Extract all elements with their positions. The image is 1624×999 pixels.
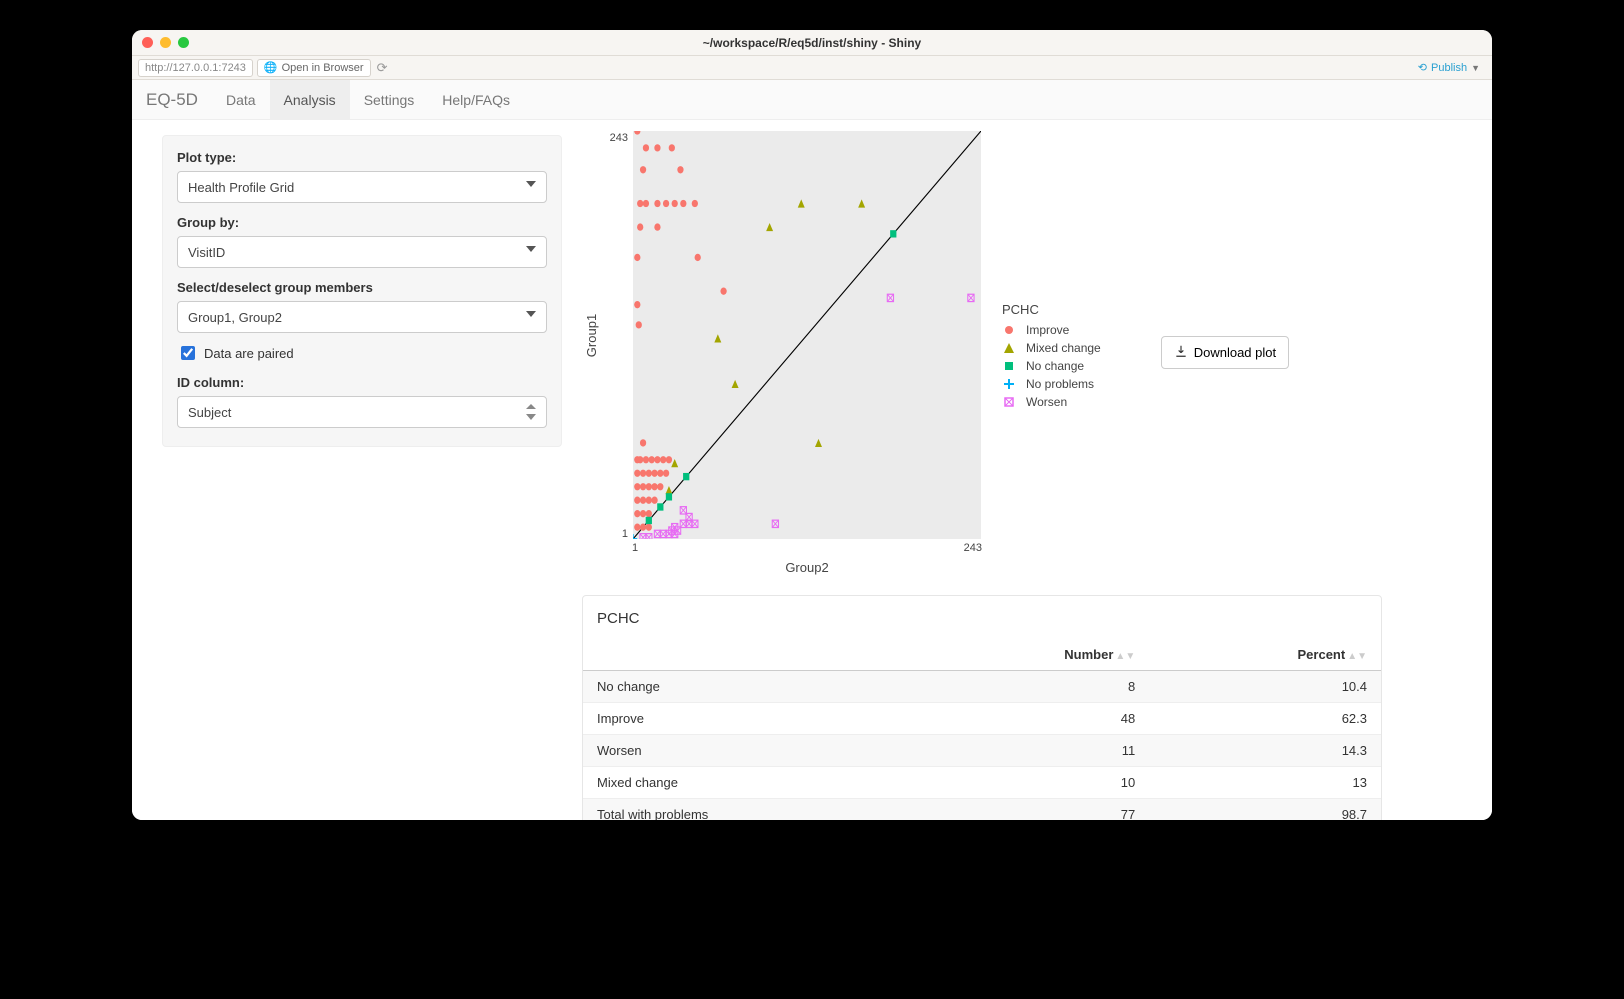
download-icon (1174, 344, 1188, 361)
table-row: Worsen1114.3 (583, 735, 1381, 767)
close-icon[interactable] (142, 37, 153, 48)
x-ticks: 1 243 (632, 540, 982, 554)
table-row: No change810.4 (583, 671, 1381, 703)
legend-item: Mixed change (1002, 341, 1101, 355)
table-row: Improve4862.3 (583, 703, 1381, 735)
square-icon (1002, 359, 1016, 373)
table-row: Total with problems7798.7 (583, 799, 1381, 821)
window-title: ~/workspace/R/eq5d/inst/shiny - Shiny (132, 36, 1492, 50)
legend-title: PCHC (1002, 302, 1101, 317)
triangle-icon (1002, 341, 1016, 355)
plot-row: Group1 243 . 1 1 243 Gro (582, 130, 1492, 575)
id-column-label: ID column: (177, 375, 547, 390)
id-column-select[interactable]: Subject (177, 396, 547, 428)
pchc-table-card: PCHC Number▲▼ Percent▲▼ No change810.4Im… (582, 595, 1382, 820)
chevron-down-icon: ▼ (1471, 63, 1480, 73)
y-ticks: 243 . 1 (602, 130, 632, 540)
x-axis-label: Group2 (632, 560, 982, 575)
table-title: PCHC (597, 610, 1367, 627)
tab-analysis[interactable]: Analysis (270, 80, 350, 119)
openbox-icon (1002, 395, 1016, 409)
group-by-label: Group by: (177, 215, 547, 230)
chevron-down-icon (526, 246, 536, 252)
table-row: Mixed change1013 (583, 767, 1381, 799)
plot-area: Group1 243 . 1 1 243 Gro (582, 130, 982, 575)
open-in-browser-button[interactable]: 🌐 Open in Browser (257, 59, 371, 77)
zoom-icon[interactable] (178, 37, 189, 48)
main-panel: Group1 243 . 1 1 243 Gro (562, 120, 1492, 820)
members-label: Select/deselect group members (177, 280, 547, 295)
nav-tabs: EQ-5D Data Analysis Settings Help/FAQs (132, 80, 1492, 120)
app-brand: EQ-5D (132, 80, 212, 119)
circle-icon (1002, 323, 1016, 337)
col-blank[interactable] (583, 639, 914, 671)
pchc-table: Number▲▼ Percent▲▼ No change810.4Improve… (583, 639, 1381, 820)
reload-icon[interactable]: ⟳ (377, 60, 388, 76)
group-by-select[interactable]: VisitID (177, 236, 547, 268)
col-number[interactable]: Number▲▼ (914, 639, 1149, 671)
chevron-down-icon (526, 311, 536, 317)
content: Plot type: Health Profile Grid Group by:… (132, 120, 1492, 820)
plus-icon (1002, 377, 1016, 391)
download-plot-button[interactable]: Download plot (1161, 336, 1289, 369)
minimize-icon[interactable] (160, 37, 171, 48)
app-window: ~/workspace/R/eq5d/inst/shiny - Shiny ht… (132, 30, 1492, 820)
tab-settings[interactable]: Settings (350, 80, 429, 119)
browser-toolbar: http://127.0.0.1:7243 🌐 Open in Browser … (132, 56, 1492, 80)
paired-checkbox[interactable]: Data are paired (177, 343, 547, 363)
scatter-plot[interactable] (632, 130, 982, 540)
titlebar: ~/workspace/R/eq5d/inst/shiny - Shiny (132, 30, 1492, 56)
legend-item: No change (1002, 359, 1101, 373)
tab-data[interactable]: Data (212, 80, 270, 119)
traffic-lights (142, 37, 189, 48)
publish-button[interactable]: ⟲ Publish ▼ (1418, 61, 1486, 74)
chevron-down-icon (526, 181, 536, 187)
plot-type-label: Plot type: (177, 150, 547, 165)
legend-item: Worsen (1002, 395, 1101, 409)
url-field[interactable]: http://127.0.0.1:7243 (138, 59, 253, 77)
plot-type-select[interactable]: Health Profile Grid (177, 171, 547, 203)
publish-icon: ⟲ (1418, 61, 1427, 74)
members-select[interactable]: Group1, Group2 (177, 301, 547, 333)
col-percent[interactable]: Percent▲▼ (1149, 639, 1381, 671)
sidebar: Plot type: Health Profile Grid Group by:… (132, 120, 562, 820)
legend-item: No problems (1002, 377, 1101, 391)
plot-legend: PCHC Improve Mixed change No change No prob… (1002, 292, 1101, 413)
tab-help[interactable]: Help/FAQs (428, 80, 524, 119)
y-axis-label: Group1 (582, 130, 602, 540)
legend-item: Improve (1002, 323, 1101, 337)
paired-checkbox-input[interactable] (181, 346, 195, 360)
browser-icon: 🌐 (264, 61, 278, 74)
controls-well: Plot type: Health Profile Grid Group by:… (162, 135, 562, 447)
